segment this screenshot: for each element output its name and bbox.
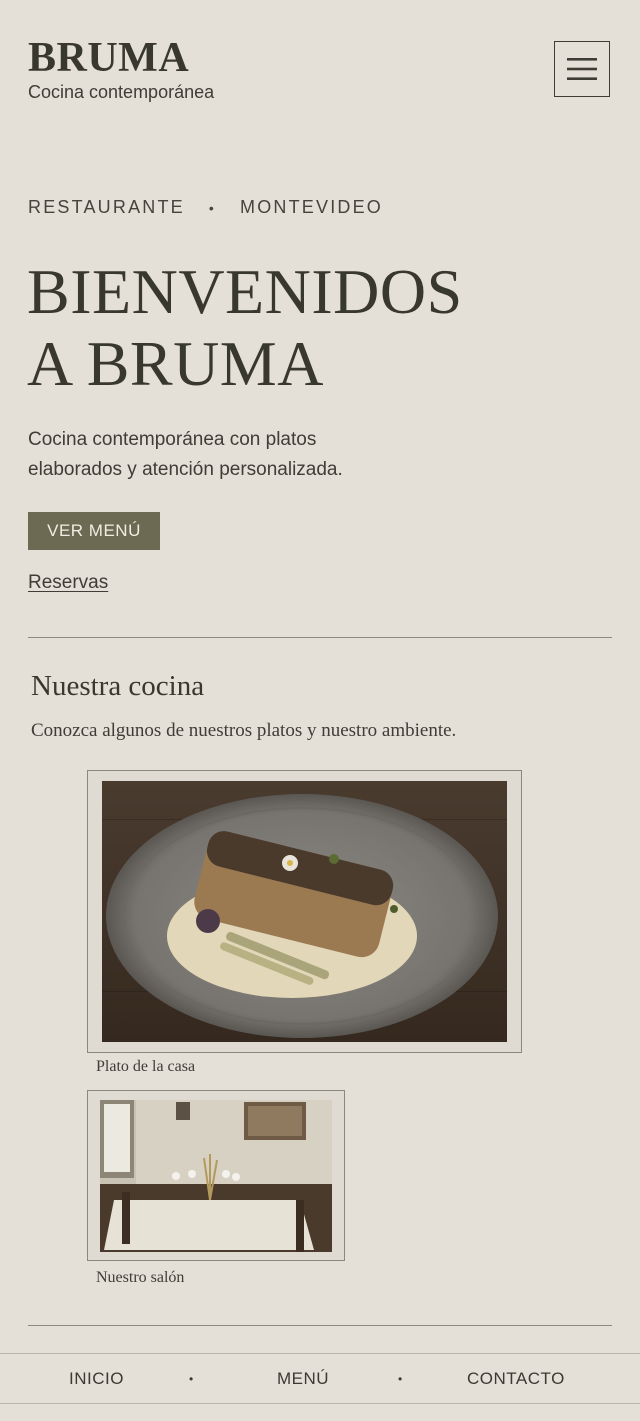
view-menu-button[interactable]: VER MENÚ	[28, 512, 160, 550]
divider	[28, 1325, 612, 1326]
nav-separator: •	[398, 1371, 403, 1386]
hero-title-line1: BIENVENIDOS	[27, 256, 463, 327]
nav-menu[interactable]: MENÚ	[277, 1369, 329, 1389]
brand-tagline: Cocina contemporánea	[28, 82, 215, 102]
dining-room-caption: Nuestro salón	[96, 1269, 185, 1286]
menu-button[interactable]	[554, 41, 610, 97]
hero-title: BIENVENIDOS A BRUMA	[27, 256, 587, 400]
eyebrow-separator: •	[208, 199, 216, 216]
dish-caption: Plato de la casa	[96, 1058, 196, 1075]
dish-photo	[102, 781, 507, 1042]
dining-room-photo	[100, 1100, 332, 1252]
eyebrow-category: RESTAURANTE	[28, 197, 185, 217]
hero-description: Cocina contemporánea con platos elaborad…	[28, 429, 343, 480]
brand: BRUMA Cocina contemporánea	[28, 36, 214, 103]
dining-room-photo-frame[interactable]	[87, 1090, 345, 1261]
section-title: Nuestra cocina	[31, 670, 205, 702]
section-subtitle: Conozca algunos de nuestros platos y nue…	[31, 720, 457, 741]
nav-separator: •	[189, 1371, 194, 1386]
divider	[28, 637, 612, 638]
hero-eyebrow: RESTAURANTE • MONTEVIDEO	[28, 197, 383, 218]
brand-name[interactable]: BRUMA	[28, 36, 214, 80]
bottom-nav: INICIO • MENÚ • CONTACTO	[0, 1353, 640, 1404]
eyebrow-city: MONTEVIDEO	[240, 197, 384, 217]
dish-photo-frame[interactable]	[87, 770, 522, 1053]
hero-title-line2: A BRUMA	[27, 328, 324, 399]
nav-contact[interactable]: CONTACTO	[467, 1369, 565, 1389]
reservations-link[interactable]: Reservas	[28, 572, 108, 594]
nav-home[interactable]: INICIO	[69, 1369, 124, 1389]
hamburger-menu-icon	[567, 58, 597, 80]
